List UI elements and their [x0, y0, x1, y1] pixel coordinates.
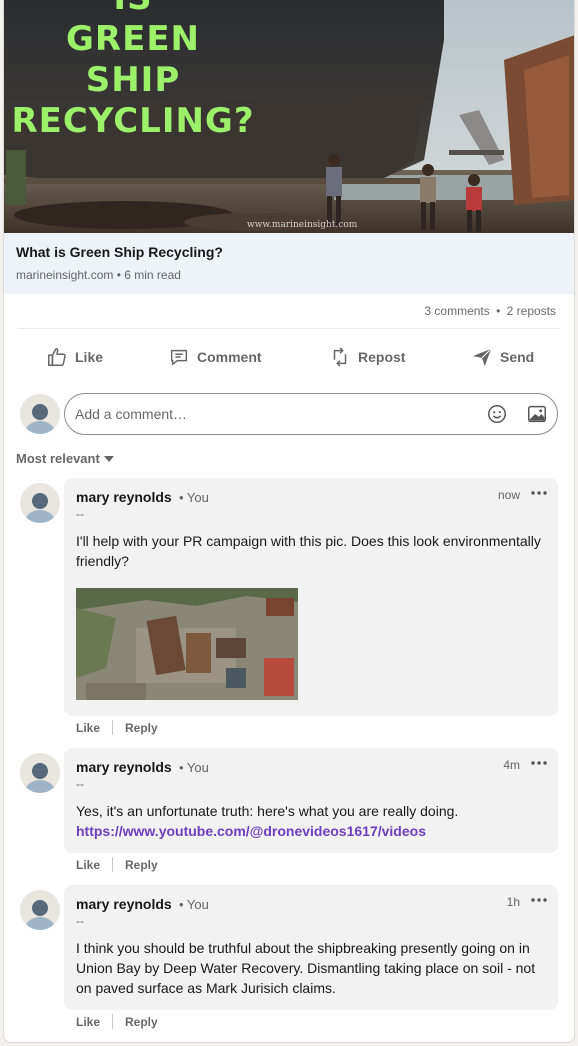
post-action-bar: Like Comment Repost Send	[4, 336, 574, 378]
default-avatar-icon	[20, 394, 60, 434]
comment-author-name[interactable]: mary reynolds	[76, 759, 172, 775]
comment-actions: Like Reply	[76, 720, 158, 735]
comment-text: I think you should be truthful about the…	[76, 940, 536, 996]
comment-author-avatar[interactable]	[20, 753, 60, 793]
author-you-label: • You	[179, 760, 209, 775]
like-label: Like	[75, 349, 104, 365]
comment-actions: Like Reply	[76, 857, 158, 872]
repost-button[interactable]: Repost	[329, 336, 405, 378]
comment-reply-button[interactable]: Reply	[125, 858, 158, 872]
hero-watermark: www.marineinsight.com	[247, 220, 358, 230]
comment-item: mary reynolds • You -- now I'll help wit…	[64, 478, 558, 716]
comment-text-body: Yes, it's an unfortunate truth: here's w…	[76, 803, 459, 819]
comment-label: Comment	[197, 349, 262, 365]
comment-button[interactable]: Comment	[168, 336, 262, 378]
repost-icon	[333, 347, 347, 367]
image-icon[interactable]	[526, 403, 548, 425]
author-headline: --	[76, 914, 84, 928]
action-separator	[112, 1014, 114, 1029]
action-separator	[112, 857, 114, 872]
article-hero-image[interactable]: IS GREEN SHIP RECYCLING? www.marineinsig…	[4, 0, 574, 233]
social-counts: 3 comments • 2 reposts	[424, 304, 556, 318]
more-options-icon[interactable]	[530, 754, 548, 772]
reposts-count-link[interactable]: 2 reposts	[507, 304, 556, 318]
emoji-icon[interactable]	[486, 403, 508, 425]
comment-timestamp: now	[497, 488, 520, 502]
comment-text: I'll help with your PR campaign with thi…	[76, 533, 541, 569]
counts-separator: •	[496, 304, 501, 318]
comment-composer[interactable]	[64, 393, 558, 435]
repost-label: Repost	[358, 349, 406, 365]
sort-label: Most relevant	[16, 451, 100, 466]
article-title[interactable]: What is Green Ship Recycling?	[16, 244, 223, 260]
current-user-avatar[interactable]	[20, 394, 60, 434]
default-avatar-icon	[20, 483, 60, 523]
comment-attached-image[interactable]	[76, 588, 298, 700]
hero-headline-text: IS GREEN SHIP RECYCLING?	[11, 0, 255, 141]
comment-reply-button[interactable]: Reply	[125, 721, 158, 735]
divider	[18, 328, 560, 329]
caret-down-icon	[103, 455, 114, 462]
action-separator	[112, 720, 114, 735]
comment-reply-button[interactable]: Reply	[125, 1015, 158, 1029]
article-link-preview[interactable]: What is Green Ship Recycling? marineinsi…	[4, 233, 574, 294]
comment-text: Yes, it's an unfortunate truth: here's w…	[76, 801, 541, 841]
send-icon	[472, 348, 492, 367]
comment-like-button[interactable]: Like	[76, 858, 100, 872]
author-headline: --	[76, 507, 84, 521]
comment-timestamp: 4m	[503, 758, 520, 772]
comment-link[interactable]: https://www.youtube.com/@dronevideos1617…	[76, 823, 426, 839]
comments-count-link[interactable]: 3 comments	[424, 304, 489, 318]
post-card: IS GREEN SHIP RECYCLING? www.marineinsig…	[3, 0, 575, 1043]
article-source: marineinsight.com • 6 min read	[16, 268, 181, 282]
comment-author-name[interactable]: mary reynolds	[76, 896, 172, 912]
send-button[interactable]: Send	[471, 336, 534, 378]
comment-author-avatar[interactable]	[20, 890, 60, 930]
default-avatar-icon	[20, 753, 60, 793]
comment-item: mary reynolds • You -- 1h I think you sh…	[64, 885, 558, 1010]
comment-author-name[interactable]: mary reynolds	[76, 489, 172, 505]
comment-author-avatar[interactable]	[20, 483, 60, 523]
like-button[interactable]: Like	[46, 336, 103, 378]
comment-like-button[interactable]: Like	[76, 1015, 100, 1029]
comment-timestamp: 1h	[506, 895, 520, 909]
comment-actions: Like Reply	[76, 1014, 158, 1029]
comment-item: mary reynolds • You -- 4m Yes, it's an u…	[64, 748, 558, 853]
comment-icon	[170, 349, 188, 366]
author-you-label: • You	[179, 897, 209, 912]
author-headline: --	[76, 777, 84, 791]
aerial-shipyard-photo	[76, 588, 298, 700]
more-options-icon[interactable]	[530, 891, 548, 909]
author-you-label: • You	[179, 490, 209, 505]
comment-input[interactable]	[75, 404, 475, 424]
comment-like-button[interactable]: Like	[76, 721, 100, 735]
thumbs-up-icon	[48, 348, 66, 366]
more-options-icon[interactable]	[530, 484, 548, 502]
default-avatar-icon	[20, 890, 60, 930]
comment-sort-dropdown[interactable]: Most relevant	[16, 451, 114, 466]
send-label: Send	[500, 349, 535, 365]
